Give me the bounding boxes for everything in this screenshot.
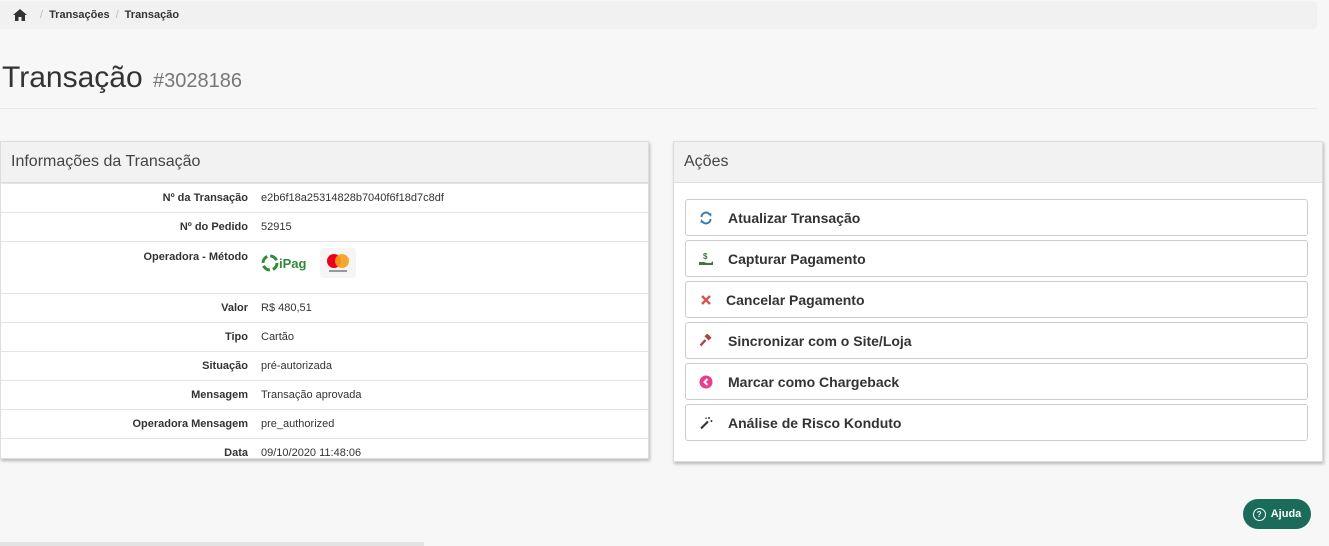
home-icon[interactable] bbox=[12, 8, 28, 22]
page-title-text: Transação bbox=[2, 61, 143, 94]
sync-store-label: Sincronizar com o Site/Loja bbox=[728, 332, 912, 349]
cancel-payment-label: Cancelar Pagamento bbox=[726, 291, 865, 308]
refresh-transaction-label: Atualizar Transação bbox=[728, 209, 861, 226]
transaction-info-title: Informações da Transação bbox=[1, 142, 648, 183]
konduto-risk-button[interactable]: Análise de Risco Konduto bbox=[685, 404, 1308, 441]
breadcrumb-separator: / bbox=[115, 9, 119, 21]
magic-wand-icon bbox=[698, 415, 714, 431]
refresh-transaction-button[interactable]: Atualizar Transação bbox=[685, 199, 1308, 236]
mark-chargeback-button[interactable]: Marcar como Chargeback bbox=[685, 363, 1308, 400]
page-title: Transação #3028186 bbox=[2, 58, 242, 101]
order-no-value: 52915 bbox=[261, 212, 648, 242]
refresh-icon bbox=[698, 210, 714, 226]
amount-label: Valor bbox=[1, 293, 261, 323]
chevron-circle-left-icon bbox=[698, 374, 714, 390]
table-row: Valor R$ 480,51 bbox=[1, 293, 648, 323]
close-icon bbox=[698, 292, 714, 308]
table-row: Nº do Pedido 52915 bbox=[1, 212, 648, 242]
table-row: Operadora - Método iPag bbox=[1, 241, 648, 294]
date-label: Data bbox=[1, 438, 261, 468]
message-value: Transação aprovada bbox=[261, 380, 648, 410]
help-label: Ajuda bbox=[1270, 508, 1302, 520]
breadcrumb-separator: / bbox=[40, 9, 44, 21]
status-value: pré-autorizada bbox=[261, 351, 648, 381]
operator-method-label: Operadora - Método bbox=[1, 241, 261, 294]
svg-text:$: $ bbox=[703, 252, 708, 261]
mark-chargeback-label: Marcar como Chargeback bbox=[728, 373, 900, 390]
capture-money-icon: $ bbox=[698, 251, 714, 267]
operator-message-label: Operadora Mensagem bbox=[1, 409, 261, 439]
transaction-info-panel: Informações da Transação Nº da Transação… bbox=[0, 141, 649, 468]
transaction-no-value: e2b6f18a25314828b7040f6f18d7c8df bbox=[261, 183, 648, 213]
table-row: Operadora Mensagem pre_authorized bbox=[1, 409, 648, 439]
horizontal-scrollbar[interactable] bbox=[0, 542, 424, 546]
capture-payment-label: Capturar Pagamento bbox=[728, 250, 866, 267]
transaction-id: #3028186 bbox=[152, 70, 242, 92]
actions-panel: Ações Atualizar Transação $ Capturar Pag… bbox=[673, 141, 1323, 462]
actions-title: Ações bbox=[674, 142, 1322, 183]
date-value: 09/10/2020 11:48:06 bbox=[261, 438, 648, 468]
svg-text:iPag: iPag bbox=[279, 256, 307, 271]
ipag-logo: iPag bbox=[261, 248, 311, 278]
mastercard-logo bbox=[320, 248, 357, 278]
cancel-payment-button[interactable]: Cancelar Pagamento bbox=[685, 281, 1308, 318]
help-button[interactable]: ? Ajuda bbox=[1243, 499, 1311, 529]
sync-store-button[interactable]: Sincronizar com o Site/Loja bbox=[685, 322, 1308, 359]
capture-payment-button[interactable]: $ Capturar Pagamento bbox=[685, 240, 1308, 277]
amount-value: R$ 480,51 bbox=[261, 293, 648, 323]
breadcrumb: / Transações / Transação bbox=[0, 1, 1317, 29]
operator-message-value: pre_authorized bbox=[261, 409, 648, 439]
konduto-risk-label: Análise de Risco Konduto bbox=[728, 414, 902, 431]
order-no-label: Nº do Pedido bbox=[1, 212, 261, 242]
type-value: Cartão bbox=[261, 322, 648, 352]
transaction-info-table: Nº da Transação e2b6f18a25314828b7040f6f… bbox=[1, 183, 648, 468]
table-row: Situação pré-autorizada bbox=[1, 351, 648, 381]
actions-list: Atualizar Transação $ Capturar Pagamento… bbox=[674, 183, 1322, 441]
transaction-no-label: Nº da Transação bbox=[1, 183, 261, 213]
breadcrumb-item-transactions[interactable]: Transações bbox=[49, 9, 110, 21]
gavel-icon bbox=[698, 333, 714, 349]
breadcrumb-item-transaction: Transação bbox=[124, 9, 180, 21]
question-circle-icon: ? bbox=[1252, 507, 1266, 521]
message-label: Mensagem bbox=[1, 380, 261, 410]
page-header: Transação #3028186 bbox=[0, 56, 1317, 109]
table-row: Tipo Cartão bbox=[1, 322, 648, 352]
type-label: Tipo bbox=[1, 322, 261, 352]
table-row: Data 09/10/2020 11:48:06 bbox=[1, 438, 648, 468]
table-row: Mensagem Transação aprovada bbox=[1, 380, 648, 410]
status-label: Situação bbox=[1, 351, 261, 381]
table-row: Nº da Transação e2b6f18a25314828b7040f6f… bbox=[1, 183, 648, 213]
